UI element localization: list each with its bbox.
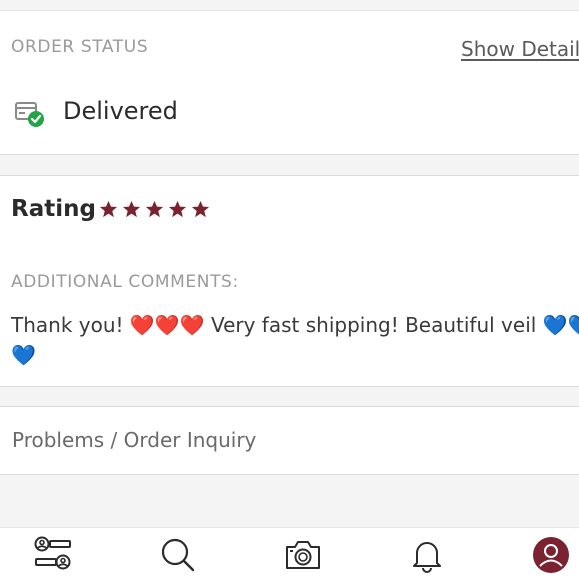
tab-news[interactable] (405, 534, 449, 576)
show-details-link[interactable]: Show Details (461, 37, 579, 61)
bell-icon (413, 542, 441, 573)
order-status-label: ORDER STATUS (11, 37, 149, 57)
tab-feed[interactable] (31, 534, 75, 576)
rating-card: Rating ADDITIONAL COMMENTS: Thank you! ❤… (0, 175, 579, 387)
order-status-value: Delivered (63, 97, 178, 125)
search-icon (161, 538, 195, 572)
problems-order-inquiry-link[interactable]: Problems / Order Inquiry (12, 428, 256, 452)
account-avatar-icon (533, 537, 569, 573)
review-comment: Thank you! ❤️❤️❤️ Very fast shipping! Be… (11, 313, 579, 367)
star-icon (145, 200, 164, 218)
tab-account[interactable] (529, 534, 573, 576)
people-list-icon (34, 536, 71, 570)
star-icon (191, 200, 210, 218)
order-status-card: ORDER STATUS Show Details Delivered (0, 10, 579, 155)
star-icon (99, 200, 118, 218)
rating-stars (99, 200, 210, 219)
camera-icon (286, 541, 320, 569)
additional-comments-label: ADDITIONAL COMMENTS: (11, 272, 239, 292)
problems-card[interactable]: Problems / Order Inquiry (0, 406, 579, 475)
star-icon (122, 200, 141, 218)
bottom-tab-bar (0, 527, 579, 580)
star-icon (168, 200, 187, 218)
delivered-box-check-icon (14, 97, 48, 131)
rating-title: Rating (11, 196, 96, 222)
tab-sell[interactable] (281, 534, 325, 576)
tab-search[interactable] (156, 534, 200, 576)
